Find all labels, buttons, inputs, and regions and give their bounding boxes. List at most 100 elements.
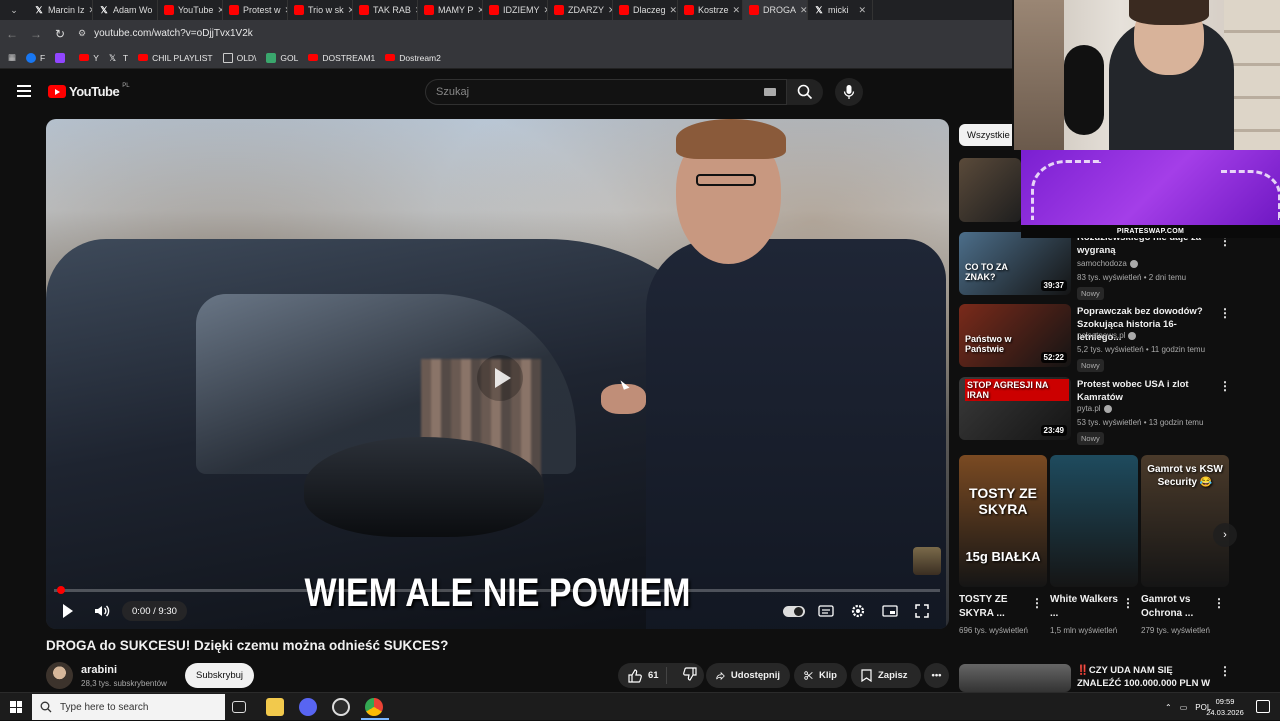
browser-tab[interactable]: MAMY P✕: [418, 0, 483, 20]
gol-icon: [266, 52, 277, 63]
notification-icon[interactable]: [1256, 700, 1270, 713]
verified-icon: [1129, 259, 1138, 268]
url-field[interactable]: ⚙ youtube.com/watch?v=oDjjTvx1V2k: [78, 28, 253, 39]
volume-button[interactable]: [92, 601, 112, 621]
reload-button[interactable]: ↻: [48, 27, 72, 41]
shorts-next-button[interactable]: ›: [1213, 523, 1237, 547]
forward-button[interactable]: →: [24, 27, 48, 41]
clip-button[interactable]: Klip: [794, 663, 847, 688]
bookmark-item[interactable]: GOL: [266, 52, 298, 63]
like-button[interactable]: 61: [628, 668, 659, 683]
bookmark-item[interactable]: [55, 52, 69, 63]
next-rec-menu-icon[interactable]: ⋮: [1219, 665, 1231, 677]
short-menu-icon[interactable]: ⋮: [1031, 597, 1043, 609]
network-icon[interactable]: ▭: [1180, 703, 1188, 712]
youtube-logo[interactable]: YouTube PL: [48, 83, 130, 99]
voice-search-button[interactable]: [835, 78, 863, 106]
rec-title[interactable]: Protest wobec USA i zlot Kamratów: [1077, 378, 1217, 404]
video-player[interactable]: WIEM ALE NIE POWIEM 0:00 / 9:30: [46, 119, 949, 629]
filter-chip-all[interactable]: Wszystkie: [959, 124, 1018, 146]
avatar[interactable]: [46, 662, 73, 689]
short-thumbnail[interactable]: Gamrot vs KSW Security 😂: [1141, 455, 1229, 587]
channel-name[interactable]: arabini: [81, 664, 117, 676]
browser-tab[interactable]: 𝕏Adam Wo✕: [93, 0, 158, 20]
apps-icon[interactable]: ▦: [8, 52, 16, 63]
clock[interactable]: 09:59 24.03.2026: [1205, 696, 1245, 718]
bookmark-item[interactable]: DOSTREAM1: [308, 53, 375, 63]
site-info-icon[interactable]: ⚙: [78, 28, 86, 39]
tray-chevron-icon[interactable]: ⌃: [1165, 703, 1172, 712]
bookmark-icon: [861, 669, 872, 682]
tab-close-icon[interactable]: ✕: [858, 5, 866, 16]
share-button[interactable]: Udostępnij: [706, 663, 790, 688]
save-button[interactable]: Zapisz: [851, 663, 921, 688]
dislike-button[interactable]: [682, 667, 697, 684]
menu-icon[interactable]: [17, 85, 31, 97]
browser-tab[interactable]: ZDARZY✕: [548, 0, 613, 20]
tab-close-icon[interactable]: ✕: [733, 5, 741, 16]
taskbar-search-placeholder: Type here to search: [60, 701, 149, 713]
more-actions-button[interactable]: •••: [924, 663, 949, 688]
browser-tab[interactable]: 𝕏Marcin Iz✕: [28, 0, 93, 20]
back-button[interactable]: ←: [0, 27, 24, 41]
progress-scrubber[interactable]: [57, 586, 65, 594]
short-thumbnail[interactable]: [1050, 455, 1138, 587]
search-button[interactable]: [787, 79, 823, 105]
short-thumbnail[interactable]: TOSTY ZE SKYRA 15g BIAŁKA: [959, 455, 1047, 587]
browser-tab[interactable]: Dlaczeg ✕: [613, 0, 678, 20]
short-menu-icon[interactable]: ⋮: [1122, 597, 1134, 609]
youtube-icon: [79, 54, 90, 61]
fullscreen-button[interactable]: [912, 601, 932, 621]
file-explorer-icon[interactable]: [266, 698, 284, 716]
bookmark-item[interactable]: F: [26, 52, 45, 63]
browser-tab[interactable]: 𝕏micki ✕: [808, 0, 873, 20]
short-title[interactable]: White Walkers ...: [1050, 593, 1125, 621]
rec-thumbnail[interactable]: CO TO ZA ZNAK? 39:37: [959, 232, 1071, 295]
task-view-icon[interactable]: [232, 701, 246, 713]
autoplay-toggle[interactable]: [781, 601, 807, 621]
play-button[interactable]: [60, 601, 76, 621]
rec-thumbnail[interactable]: STOP AGRESJI NA IRAN 23:49: [959, 377, 1071, 440]
discord-icon[interactable]: [299, 698, 317, 716]
browser-tab[interactable]: YouTube✕: [158, 0, 223, 20]
rec-channel[interactable]: pyta.pl: [1077, 404, 1112, 413]
tab-close-icon[interactable]: ✕: [670, 5, 677, 16]
chrome-icon[interactable]: [365, 698, 383, 716]
browser-tab[interactable]: DROGA ✕: [743, 0, 808, 20]
tab-search-button[interactable]: ⌄: [0, 0, 28, 20]
browser-tab[interactable]: Protest w✕: [223, 0, 288, 20]
obs-icon[interactable]: [332, 698, 350, 716]
browser-tab[interactable]: IDZIEMY✕: [483, 0, 548, 20]
rec-channel[interactable]: samochodoza: [1077, 259, 1138, 268]
next-rec-thumbnail[interactable]: [959, 664, 1071, 692]
keyboard-icon[interactable]: [764, 88, 776, 96]
settings-button[interactable]: [848, 601, 868, 621]
windows-start-icon[interactable]: [10, 701, 22, 713]
rec-menu-icon[interactable]: ⋮: [1219, 307, 1231, 319]
progress-bar[interactable]: [54, 586, 940, 594]
bookmark-item[interactable]: 𝕏T: [109, 53, 128, 63]
rec-thumbnail-partial[interactable]: [959, 158, 1021, 222]
bookmark-item[interactable]: Y: [79, 53, 99, 63]
bookmark-item[interactable]: Dostream2: [385, 53, 441, 63]
miniplayer-button[interactable]: [880, 601, 900, 621]
subtitles-button[interactable]: [816, 601, 836, 621]
bookmark-item[interactable]: OLD\: [222, 52, 256, 63]
short-menu-icon[interactable]: ⋮: [1213, 597, 1225, 609]
taskbar-search-input[interactable]: Type here to search: [32, 694, 225, 720]
subscribe-button[interactable]: Subskrybuj: [185, 663, 254, 688]
bookmark-item[interactable]: CHIL PLAYLIST: [138, 53, 213, 63]
short-title[interactable]: Gamrot vs Ochrona ...: [1141, 593, 1216, 621]
search-input[interactable]: Szukaj: [425, 79, 787, 105]
big-play-icon[interactable]: [477, 355, 523, 401]
tab-close-icon[interactable]: ✕: [800, 5, 807, 16]
browser-tab[interactable]: TAK RAB✕: [353, 0, 418, 20]
browser-tab[interactable]: Trio w sk✕: [288, 0, 353, 20]
rec-thumbnail[interactable]: Państwo w Państwie 52:22: [959, 304, 1071, 367]
rec-channel[interactable]: polsatnews.pl: [1077, 331, 1137, 340]
channel-watermark[interactable]: [913, 547, 941, 575]
rec-menu-icon[interactable]: ⋮: [1219, 380, 1231, 392]
rec-menu-icon[interactable]: ⋮: [1219, 235, 1231, 247]
short-title[interactable]: TOSTY ZE SKYRA ...: [959, 593, 1034, 621]
browser-tab[interactable]: Kostrze ✕: [678, 0, 743, 20]
